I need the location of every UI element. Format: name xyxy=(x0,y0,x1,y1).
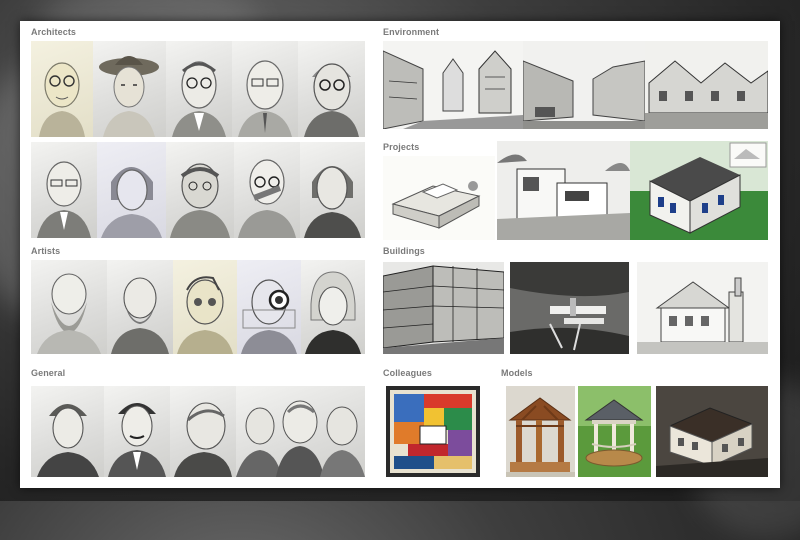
colleagues-artwork[interactable] xyxy=(386,386,480,477)
architect-portrait[interactable] xyxy=(166,41,232,137)
artist-portrait[interactable] xyxy=(173,260,237,354)
artist-portrait[interactable] xyxy=(31,260,107,354)
general-portrait-group[interactable] xyxy=(236,386,365,477)
section-label-architects[interactable]: Architects xyxy=(31,27,76,37)
architect-portrait[interactable] xyxy=(300,142,365,238)
section-label-artists[interactable]: Artists xyxy=(31,246,60,256)
architect-portrait[interactable] xyxy=(234,142,300,238)
architect-portrait[interactable] xyxy=(31,142,97,238)
architect-portrait[interactable] xyxy=(232,41,298,137)
building-sketch[interactable] xyxy=(637,262,768,354)
portfolio-sheet: Architects Environment Projects Artists … xyxy=(20,21,780,488)
artist-portrait[interactable] xyxy=(107,260,173,354)
architect-portrait[interactable] xyxy=(166,142,234,238)
environment-sketch[interactable] xyxy=(523,41,645,129)
project-sketch[interactable] xyxy=(497,141,630,240)
environment-sketch[interactable] xyxy=(645,41,768,129)
environment-sketch[interactable] xyxy=(383,41,523,129)
section-label-colleagues[interactable]: Colleagues xyxy=(383,368,432,378)
architect-portrait[interactable] xyxy=(298,41,365,137)
project-sketch[interactable] xyxy=(383,156,495,240)
project-model-render[interactable] xyxy=(630,141,768,240)
section-label-models[interactable]: Models xyxy=(501,368,533,378)
model-photo-house[interactable] xyxy=(656,386,768,477)
architect-portrait[interactable] xyxy=(97,142,166,238)
section-label-projects[interactable]: Projects xyxy=(383,142,419,152)
section-label-general[interactable]: General xyxy=(31,368,65,378)
general-portrait[interactable] xyxy=(170,386,236,477)
architect-portrait[interactable] xyxy=(93,41,166,137)
section-label-environment[interactable]: Environment xyxy=(383,27,439,37)
building-sketch[interactable] xyxy=(383,262,504,354)
model-photo-pergola[interactable] xyxy=(506,386,575,477)
general-portrait[interactable] xyxy=(104,386,170,477)
artist-portrait[interactable] xyxy=(301,260,365,354)
building-sketch[interactable] xyxy=(510,262,629,354)
artist-portrait[interactable] xyxy=(237,260,301,354)
architect-portrait[interactable] xyxy=(31,41,93,137)
section-label-buildings[interactable]: Buildings xyxy=(383,246,425,256)
general-portrait[interactable] xyxy=(31,386,104,477)
model-photo-gazebo[interactable] xyxy=(578,386,651,477)
